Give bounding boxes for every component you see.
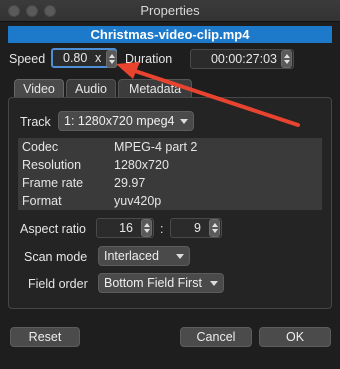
- info-key: Codec: [22, 140, 59, 154]
- scan-mode-label: Scan mode: [24, 250, 88, 264]
- aspect-den-value: 9: [194, 221, 201, 235]
- ok-button[interactable]: OK: [259, 327, 331, 347]
- aspect-den-stepper-icon[interactable]: [209, 219, 220, 237]
- aspect-num-value: 16: [119, 221, 133, 235]
- table-row: Frame rate 29.97: [18, 174, 322, 192]
- scan-mode-dropdown[interactable]: Interlaced: [98, 246, 190, 266]
- tab-audio[interactable]: Audio: [66, 79, 116, 99]
- speed-stepper-icon[interactable]: [106, 50, 117, 68]
- tab-metadata[interactable]: Metadata: [118, 79, 192, 99]
- aspect-num-stepper-icon[interactable]: [141, 219, 152, 237]
- reset-button[interactable]: Reset: [10, 327, 80, 347]
- field-order-selected: Bottom Field First: [104, 276, 202, 290]
- duration-field[interactable]: 00:00:27:03: [190, 49, 294, 69]
- scan-mode-selected: Interlaced: [104, 249, 159, 263]
- chevron-down-icon: [210, 281, 218, 286]
- info-key: Resolution: [22, 158, 82, 172]
- info-value: yuv420p: [114, 194, 162, 208]
- table-row: Codec MPEG-4 part 2: [18, 138, 322, 156]
- aspect-ratio-label: Aspect ratio: [20, 222, 87, 236]
- duration-stepper-icon[interactable]: [281, 50, 292, 68]
- chevron-down-icon: [176, 254, 184, 259]
- info-value: MPEG-4 part 2: [114, 140, 198, 154]
- window-title: Properties: [140, 3, 200, 18]
- tab-video[interactable]: Video: [14, 79, 64, 99]
- field-order-label: Field order: [28, 277, 88, 291]
- track-label: Track: [20, 115, 51, 129]
- stream-info-table: Codec MPEG-4 part 2 Resolution 1280x720 …: [18, 138, 322, 210]
- info-value: 29.97: [114, 176, 146, 190]
- table-row: Format yuv420p: [18, 192, 322, 210]
- track-dropdown[interactable]: 1: 1280x720 mpeg4: [58, 111, 194, 131]
- file-name-banner: Christmas-video-clip.mp4: [8, 26, 332, 43]
- speed-unit: x: [95, 51, 102, 65]
- table-row: Resolution 1280x720: [18, 156, 322, 174]
- speed-value: 0.80: [63, 51, 88, 65]
- info-key: Format: [22, 194, 62, 208]
- track-selected: 1: 1280x720 mpeg4: [64, 114, 175, 128]
- field-order-dropdown[interactable]: Bottom Field First: [98, 273, 224, 293]
- info-key: Frame rate: [22, 176, 84, 190]
- duration-value: 00:00:27:03: [210, 52, 277, 66]
- speed-label: Speed: [9, 52, 46, 66]
- info-value: 1280x720: [114, 158, 169, 172]
- title-bar: Properties: [0, 0, 340, 22]
- cancel-button[interactable]: Cancel: [180, 327, 252, 347]
- chevron-down-icon: [180, 119, 188, 124]
- duration-label: Duration: [125, 52, 173, 66]
- aspect-separator: :: [160, 222, 164, 236]
